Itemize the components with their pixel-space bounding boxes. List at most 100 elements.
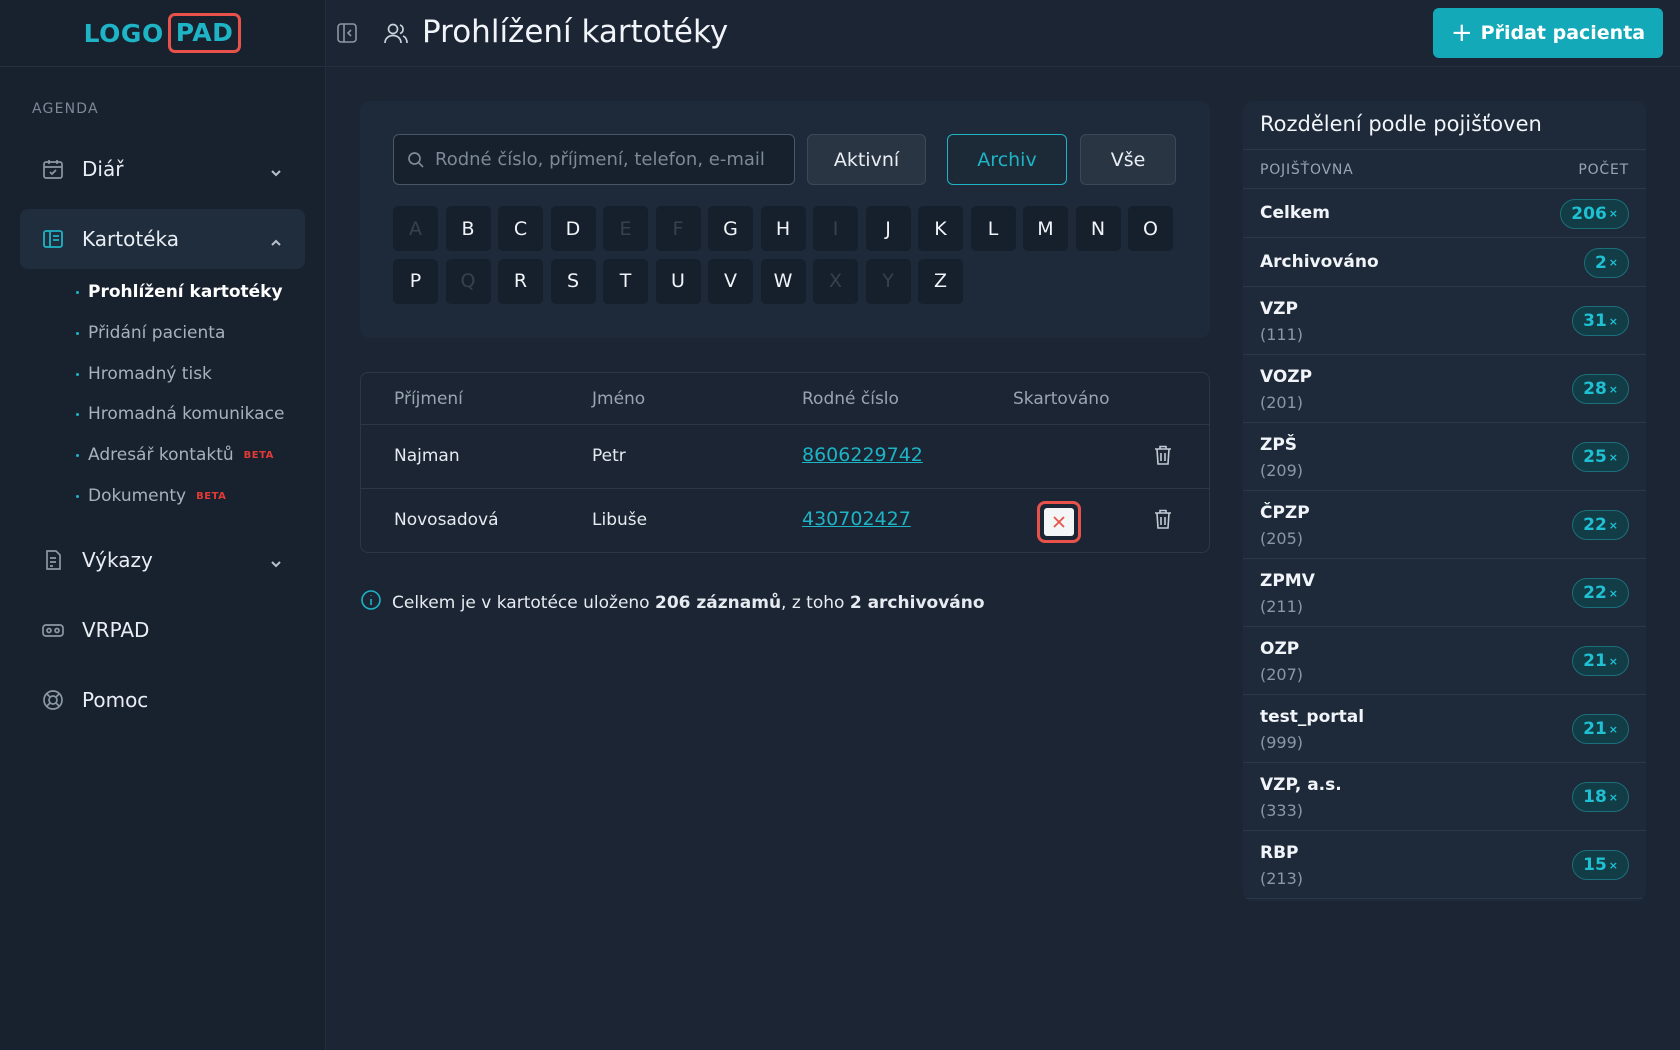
search-input[interactable] xyxy=(435,149,794,170)
filter-tab-archive[interactable]: Archiv xyxy=(947,134,1067,185)
sidebar-item-label: Výkazy xyxy=(82,548,153,572)
insurer-row: ZPŠ (209) 25 × xyxy=(1243,423,1646,491)
sidebar-collapse-icon[interactable] xyxy=(336,22,360,46)
cell-birth-number-link[interactable]: 8606229742 xyxy=(802,444,923,466)
sidebar-subitem-komunikace[interactable]: Hromadná komunikace xyxy=(76,400,284,428)
count-value: 31 xyxy=(1583,311,1607,331)
filter-tab-active[interactable]: Aktivní xyxy=(807,134,926,185)
trash-icon[interactable] xyxy=(1153,508,1173,534)
count-suffix: × xyxy=(1608,790,1618,804)
insurer-code: (207) xyxy=(1260,665,1304,684)
beta-badge: BETA xyxy=(196,490,227,502)
count-badge: 18 × xyxy=(1572,782,1629,812)
letter-button[interactable]: S xyxy=(550,258,596,304)
count-badge: 31 × xyxy=(1572,306,1629,336)
patients-table: Příjmení Jméno Rodné číslo Skartováno Na… xyxy=(360,372,1210,553)
book-icon xyxy=(40,226,66,252)
letter-button[interactable]: W xyxy=(760,258,806,304)
count-suffix: × xyxy=(1608,256,1618,269)
insurer-code: (111) xyxy=(1260,325,1304,344)
filter-panel: Aktivní Archiv Vše A B C D E F G H I J K… xyxy=(360,101,1210,338)
cell-birth-number-link[interactable]: 430702427 xyxy=(802,508,911,530)
letter-button[interactable]: K xyxy=(918,206,963,251)
count-suffix: × xyxy=(1608,518,1618,532)
count-suffix: × xyxy=(1608,207,1618,220)
bullet xyxy=(76,412,79,416)
letter-button[interactable]: G xyxy=(708,206,753,251)
count-suffix: × xyxy=(1608,586,1618,600)
cell-name: Libuše xyxy=(592,510,648,530)
insurers-panel: Rozdělení podle pojišťoven POJIŠŤOVNA PO… xyxy=(1243,101,1646,901)
letter-button[interactable]: P xyxy=(393,258,438,304)
column-header-shredded: Skartováno xyxy=(1013,389,1110,409)
insurer-row: Celkem 206 × xyxy=(1243,189,1646,238)
sidebar-item-vykazy[interactable]: Výkazy xyxy=(20,530,305,590)
letter-button[interactable]: D xyxy=(550,206,596,251)
sidebar-item-vrpad[interactable]: VRPAD xyxy=(20,600,305,660)
sidebar-subitem-label: Prohlížení kartotéky xyxy=(88,282,283,302)
sidebar-subitem-prohlizeni[interactable]: Prohlížení kartotéky xyxy=(76,278,283,306)
info-archived: 2 archivováno xyxy=(849,592,985,613)
letter-button: E xyxy=(603,206,648,251)
insurer-name: ZPŠ xyxy=(1260,435,1298,455)
sidebar-item-kartoteka[interactable]: Kartotéka xyxy=(20,209,305,269)
insurer-name: ZPMV xyxy=(1260,571,1315,591)
letter-button[interactable]: Z xyxy=(918,258,963,304)
logo-bar: LOGO PAD xyxy=(0,0,325,67)
letter-button[interactable]: C xyxy=(498,206,543,251)
letter-button[interactable]: L xyxy=(970,206,1016,251)
logo-text: LOGO xyxy=(83,18,164,48)
sidebar: LOGO PAD AGENDA Diář Kartotéka Prohlížen… xyxy=(0,0,326,1050)
letter-button[interactable]: O xyxy=(1128,206,1173,251)
column-header-name: Jméno xyxy=(592,389,646,409)
count-value: 22 xyxy=(1583,583,1607,603)
letter-button[interactable]: R xyxy=(498,258,543,304)
sidebar-subitem-pridani[interactable]: Přidání pacienta xyxy=(76,319,225,347)
insurer-row: Archivováno 2 × xyxy=(1243,238,1646,287)
table-row[interactable]: Najman Petr 8606229742 xyxy=(361,425,1209,489)
logo[interactable]: LOGO PAD xyxy=(84,13,242,53)
sidebar-item-diar[interactable]: Diář xyxy=(20,139,305,199)
report-icon xyxy=(40,547,66,573)
sidebar-item-pomoc[interactable]: Pomoc xyxy=(20,670,305,730)
bullet xyxy=(76,372,79,376)
insurer-name: OZP xyxy=(1260,639,1300,659)
letter-button[interactable]: H xyxy=(760,206,806,251)
info-text-middle: , z toho xyxy=(781,592,850,613)
chevron-down-icon xyxy=(269,552,283,576)
shredded-toggle[interactable] xyxy=(1037,501,1081,543)
insurer-name: ČPZP xyxy=(1260,503,1310,523)
letter-button: X xyxy=(813,258,858,304)
search-box[interactable] xyxy=(393,134,795,185)
trash-icon[interactable] xyxy=(1153,444,1173,470)
sidebar-subitem-label: Přidání pacienta xyxy=(88,323,226,343)
cell-surname: Novosadová xyxy=(394,510,499,530)
table-row[interactable]: Novosadová Libuše 430702427 xyxy=(361,489,1209,552)
letter-button[interactable]: J xyxy=(865,206,911,251)
add-patient-button[interactable]: + Přidat pacienta xyxy=(1433,8,1663,58)
insurer-row: RBP (213) 15 × xyxy=(1243,831,1646,899)
chevron-down-icon xyxy=(269,161,283,185)
letter-button[interactable]: T xyxy=(603,258,648,304)
sidebar-subitem-dokumenty[interactable]: Dokumenty BETA xyxy=(76,482,226,510)
letter-button[interactable]: V xyxy=(708,258,753,304)
plus-icon: + xyxy=(1450,18,1473,48)
insurer-name: test_portal xyxy=(1260,707,1365,727)
letter-button[interactable]: N xyxy=(1075,206,1121,251)
bullet xyxy=(76,494,79,498)
letter-button[interactable]: M xyxy=(1023,206,1068,251)
letter-button[interactable]: B xyxy=(445,206,491,251)
letter-button: Y xyxy=(865,258,911,304)
insurer-code: (999) xyxy=(1260,733,1304,752)
letter-button: F xyxy=(655,206,701,251)
count-badge: 21 × xyxy=(1572,714,1629,744)
letter-button[interactable]: U xyxy=(655,258,701,304)
sidebar-subitem-tisk[interactable]: Hromadný tisk xyxy=(76,360,212,388)
sidebar-subitem-adresar[interactable]: Adresář kontaktů BETA xyxy=(76,441,274,469)
count-suffix: × xyxy=(1608,654,1618,668)
vr-headset-icon xyxy=(40,617,66,643)
filter-tab-all[interactable]: Vše xyxy=(1080,134,1176,185)
count-badge: 15 × xyxy=(1572,850,1629,880)
info-total: 206 záznamů xyxy=(654,592,782,613)
insurer-row: VZP, a.s. (333) 18 × xyxy=(1243,763,1646,831)
